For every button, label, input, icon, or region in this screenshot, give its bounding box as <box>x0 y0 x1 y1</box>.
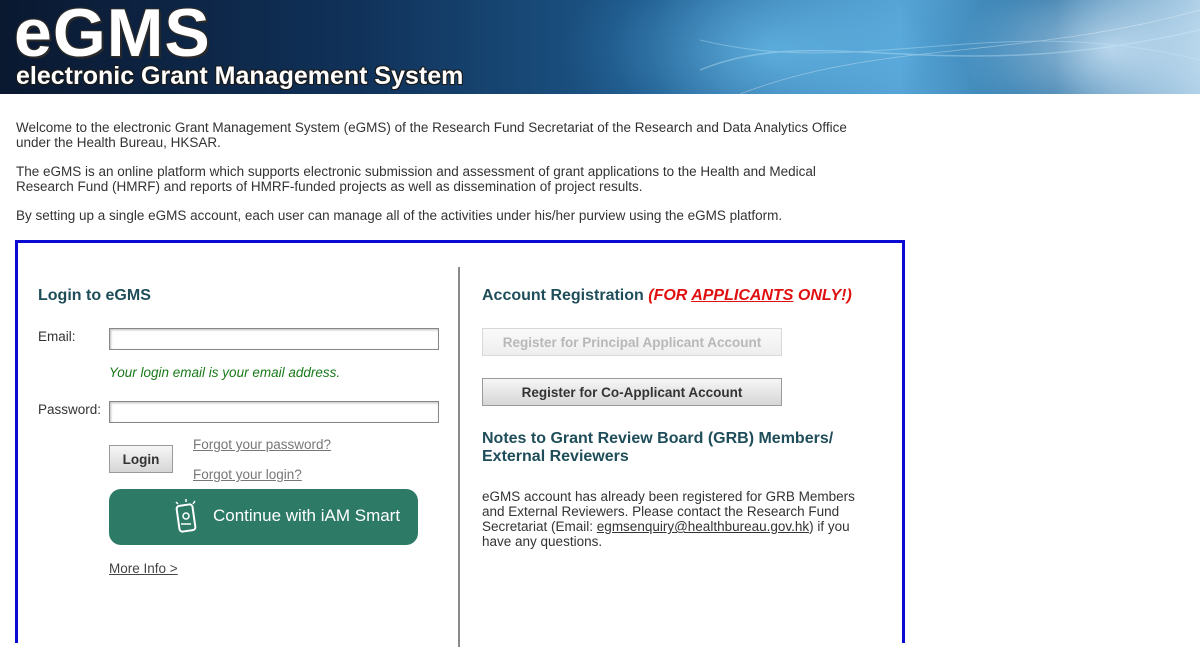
applicants-only-note: (FOR APPLICANTS ONLY!) <box>648 287 852 304</box>
register-principal-applicant-button[interactable]: Register for Principal Applicant Account <box>482 328 782 356</box>
register-co-applicant-button[interactable]: Register for Co-Applicant Account <box>482 378 782 406</box>
intro-text: Welcome to the electronic Grant Manageme… <box>16 120 876 237</box>
intro-paragraph: Welcome to the electronic Grant Manageme… <box>16 120 847 150</box>
column-divider <box>458 267 460 647</box>
intro-paragraph: The eGMS is an online platform which sup… <box>16 164 816 194</box>
registration-title: Account Registration (FOR APPLICANTS ONL… <box>482 287 852 305</box>
header-banner: eGMS electronic Grant Management System <box>0 0 1200 94</box>
iam-smart-label: Continue with iAM Smart <box>213 506 401 525</box>
iam-smart-phone-icon <box>175 499 197 533</box>
banner-decoration <box>700 9 1200 94</box>
login-button[interactable]: Login <box>109 445 173 473</box>
notes-title: Notes to Grant Review Board (GRB) Member… <box>482 430 834 465</box>
registration-title-text: Account Registration <box>482 287 644 304</box>
email-field[interactable] <box>109 328 439 350</box>
notes-body: eGMS account has already been registered… <box>482 489 855 549</box>
login-title: Login to eGMS <box>38 287 151 304</box>
password-label: Password: <box>38 402 102 417</box>
forgot-login-link[interactable]: Forgot your login? <box>193 467 302 482</box>
login-panel: Login to eGMS Email: Your login email is… <box>15 240 905 647</box>
email-hint: Your login email is your email address. <box>109 365 341 380</box>
iam-smart-button[interactable]: Continue with iAM Smart <box>109 489 418 545</box>
more-info-link[interactable]: More Info > <box>109 561 178 576</box>
email-label: Email: <box>38 329 76 344</box>
forgot-password-link[interactable]: Forgot your password? <box>193 437 331 452</box>
enquiry-email-link[interactable]: egmsenquiry@healthbureau.gov.hk <box>597 519 809 534</box>
app-subtitle: electronic Grant Management System <box>16 62 464 90</box>
intro-paragraph: By setting up a single eGMS account, eac… <box>16 208 783 223</box>
password-field[interactable] <box>109 401 439 423</box>
